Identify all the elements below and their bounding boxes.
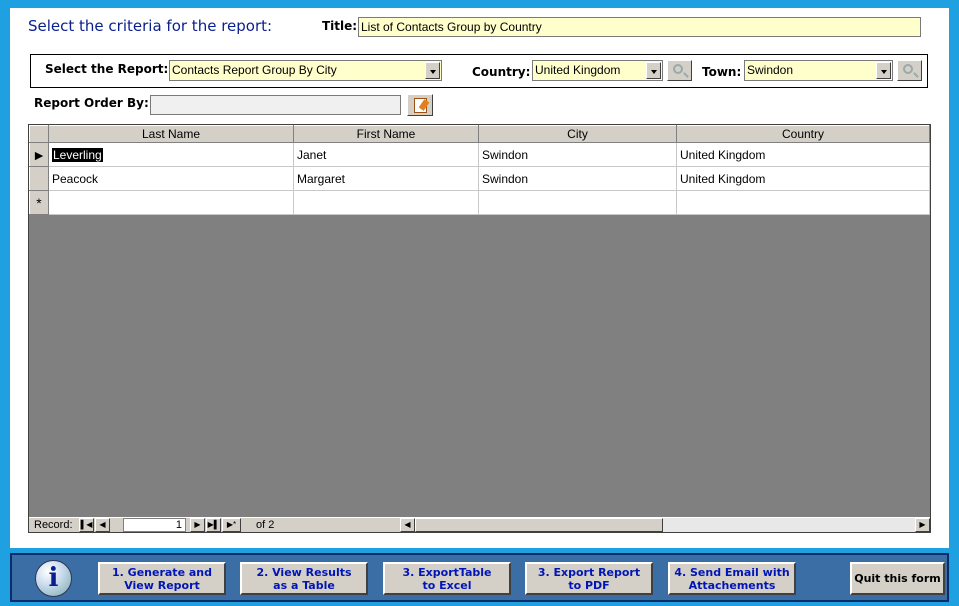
cell-first-name[interactable]: Janet [293, 142, 479, 167]
cell-country[interactable] [676, 190, 930, 215]
column-header-country[interactable]: Country [676, 125, 930, 143]
order-label: Report Order By: [34, 96, 149, 110]
cell-first-name[interactable]: Margaret [293, 166, 479, 191]
new-record-nav-icon[interactable]: ▶* [222, 518, 241, 532]
table-row[interactable]: Peacock Margaret Swindon United Kingdom [29, 166, 930, 191]
next-record-icon[interactable]: ▶ [190, 518, 205, 532]
search-icon [673, 64, 683, 74]
chevron-down-icon[interactable] [646, 62, 661, 79]
last-record-icon[interactable]: ▶▌ [206, 518, 221, 532]
column-header-city[interactable]: City [478, 125, 677, 143]
send-email-button[interactable]: 4. Send Email with Attachements [668, 562, 796, 595]
new-record-icon[interactable]: * [29, 190, 49, 215]
info-icon[interactable]: i [35, 560, 72, 597]
criteria-box: Select the Report: Contacts Report Group… [30, 54, 928, 88]
export-excel-button[interactable]: 3. ExportTable to Excel [383, 562, 511, 595]
country-label: Country: [472, 65, 531, 79]
column-header-last-name[interactable]: Last Name [48, 125, 294, 143]
report-select[interactable]: Contacts Report Group By City [169, 60, 442, 81]
record-navigator: Record: ▌◀ ◀ 1 ▶ ▶▌ ▶* of 2 ◀ ▶ [29, 517, 930, 532]
cell-last-name-text: Leverling [52, 147, 103, 162]
horizontal-scrollbar[interactable]: ◀ ▶ [400, 518, 930, 532]
report-label: Select the Report: [45, 62, 169, 76]
search-icon [903, 64, 913, 74]
cell-last-name[interactable]: Peacock [48, 166, 294, 191]
town-select-value: Swindon [747, 63, 794, 77]
cell-country[interactable]: United Kingdom [676, 166, 930, 191]
chevron-down-icon[interactable] [876, 62, 891, 79]
quit-button[interactable]: Quit this form [850, 562, 945, 595]
record-count: of 2 [256, 519, 275, 531]
cell-country[interactable]: United Kingdom [676, 142, 930, 167]
select-all-cell[interactable] [29, 125, 49, 143]
first-record-icon[interactable]: ▌◀ [79, 518, 94, 532]
export-pdf-button[interactable]: 3. Export Report to PDF [525, 562, 653, 595]
town-select[interactable]: Swindon [744, 60, 893, 81]
town-search-button[interactable] [897, 60, 922, 81]
cell-last-name[interactable] [48, 190, 294, 215]
title-field[interactable]: List of Contacts Group by Country [358, 17, 921, 37]
chevron-down-icon[interactable] [425, 62, 440, 79]
criteria-panel: Select the criteria for the report: Titl… [10, 8, 949, 548]
generate-report-button[interactable]: 1. Generate and View Report [98, 562, 226, 595]
record-label: Record: [34, 519, 73, 531]
cell-city[interactable] [478, 190, 677, 215]
cell-city[interactable]: Swindon [478, 166, 677, 191]
scrollbar-thumb[interactable] [415, 518, 663, 532]
scroll-right-icon[interactable]: ▶ [915, 518, 930, 532]
results-grid: Last Name First Name City Country ► Leve… [28, 124, 931, 533]
row-selector[interactable] [29, 166, 49, 191]
order-field[interactable] [150, 95, 401, 115]
country-search-button[interactable] [667, 60, 692, 81]
record-number-field[interactable]: 1 [123, 518, 186, 532]
country-select[interactable]: United Kingdom [532, 60, 663, 81]
table-row[interactable]: ► Leverling Janet Swindon United Kingdom [29, 142, 930, 167]
current-row-arrow-icon: ► [32, 146, 46, 163]
town-label: Town: [702, 65, 742, 79]
action-bar: i 1. Generate and View Report 2. View Re… [10, 553, 949, 602]
page-heading: Select the criteria for the report: [28, 17, 273, 35]
cell-last-name[interactable]: Leverling [48, 142, 294, 167]
country-select-value: United Kingdom [535, 63, 621, 77]
cell-city[interactable]: Swindon [478, 142, 677, 167]
title-label: Title: [322, 19, 358, 33]
previous-record-icon[interactable]: ◀ [95, 518, 110, 532]
view-table-button[interactable]: 2. View Results as a Table [240, 562, 368, 595]
new-record-row[interactable]: * [29, 190, 930, 215]
cell-first-name[interactable] [293, 190, 479, 215]
report-select-value: Contacts Report Group By City [172, 63, 337, 77]
column-header-first-name[interactable]: First Name [293, 125, 479, 143]
scroll-left-icon[interactable]: ◀ [400, 518, 415, 532]
row-selector[interactable]: ► [29, 142, 49, 167]
report-icon[interactable] [407, 94, 433, 116]
